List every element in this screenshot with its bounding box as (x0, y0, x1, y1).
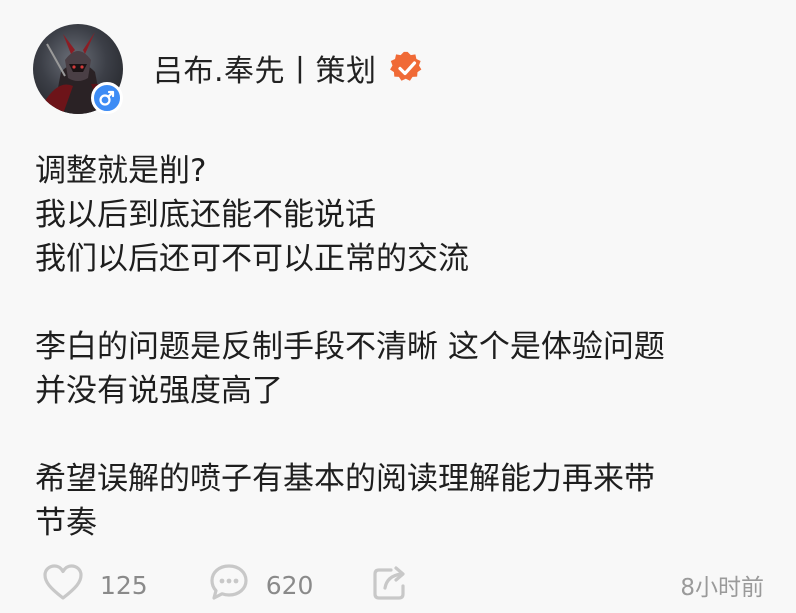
post-timestamp: 8小时前 (680, 575, 764, 601)
post-line: 我以后到底还能不能说话 (35, 197, 376, 233)
post-header: 吕布.奉先丨策划 (33, 24, 425, 114)
comment-bubble-icon (208, 562, 250, 608)
post-line: 李白的问题是反制手段不清晰 这个是体验问题 (35, 329, 665, 365)
post-line: 节奏 (35, 505, 97, 541)
verified-badge-icon (389, 50, 425, 86)
male-icon (91, 82, 123, 114)
avatar-container[interactable] (33, 24, 123, 114)
post-line: 希望误解的喷子有基本的阅读理解能力再来带 (35, 461, 655, 497)
comment-button[interactable]: 620 (208, 562, 314, 608)
like-button[interactable]: 125 (42, 563, 148, 607)
post-content: 调整就是削? 我以后到底还能不能说话 我们以后还可不可以正常的交流 李白的问题是… (35, 149, 775, 545)
action-bar: 125 620 8小时前 (42, 562, 764, 608)
share-button[interactable] (369, 562, 411, 608)
username[interactable]: 吕布.奉先丨策划 (153, 46, 377, 90)
comment-count: 620 (265, 570, 314, 600)
post-card: 吕布.奉先丨策划 调整就是削? 我以后到底还能不能说话 我们以后还可不可以正常的… (0, 0, 796, 613)
post-line: 并没有说强度高了 (35, 373, 283, 409)
share-icon (369, 562, 411, 608)
username-row: 吕布.奉先丨策划 (153, 46, 425, 90)
heart-icon (42, 563, 84, 607)
post-line: 调整就是削? (35, 153, 207, 189)
like-count: 125 (100, 570, 148, 600)
post-line: 我们以后还可不可以正常的交流 (35, 241, 469, 277)
